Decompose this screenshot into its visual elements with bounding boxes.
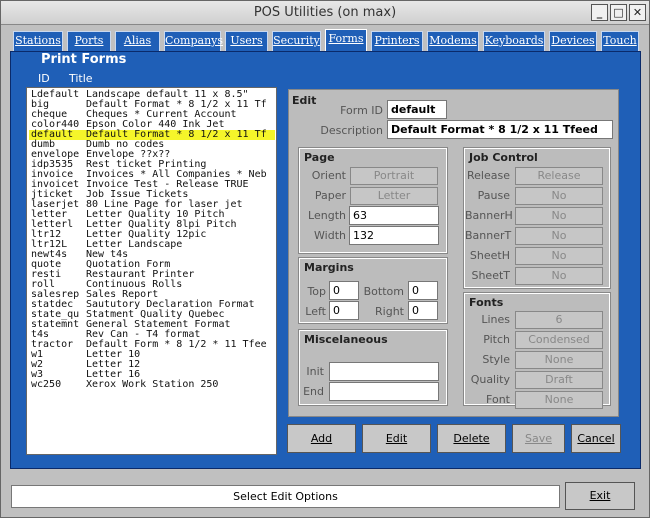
tab-companys[interactable]: Companys bbox=[164, 31, 223, 51]
tab-stations[interactable]: Stations bbox=[13, 31, 63, 51]
sheett-label: SheetT bbox=[471, 269, 510, 282]
page-group-title: Page bbox=[304, 151, 335, 164]
tab-bar: Stations Ports Alias Companys Users Secu… bbox=[7, 29, 643, 53]
edit-panel: Edit Form ID default Description Default… bbox=[288, 89, 619, 417]
list-item[interactable]: wc250 Xerox Work Station 250 bbox=[31, 380, 218, 390]
length-label: Length bbox=[308, 209, 346, 222]
paper-button[interactable]: Letter bbox=[350, 187, 438, 205]
paper-label: Paper bbox=[314, 189, 346, 202]
top-field[interactable]: 0 bbox=[329, 281, 359, 300]
maximize-icon[interactable]: □ bbox=[610, 4, 627, 21]
bannerh-button[interactable]: No bbox=[515, 207, 603, 225]
form-id-field[interactable]: default bbox=[387, 100, 447, 119]
sheeth-label: SheetH bbox=[469, 249, 510, 262]
style-label: Style bbox=[482, 353, 510, 366]
forms-list[interactable]: Ldefault Landscape default 11 x 8.5" big De… bbox=[26, 87, 277, 455]
exit-button[interactable]: Exit bbox=[565, 482, 635, 510]
quality-label: Quality bbox=[470, 373, 510, 386]
bannert-label: BannerT bbox=[465, 229, 512, 242]
tab-keyboards[interactable]: Keyboards bbox=[483, 31, 545, 51]
sheeth-button[interactable]: No bbox=[515, 247, 603, 265]
font-button[interactable]: None bbox=[515, 391, 603, 409]
fonts-group-title: Fonts bbox=[469, 296, 504, 309]
quality-button[interactable]: Draft bbox=[515, 371, 603, 389]
style-button[interactable]: None bbox=[515, 351, 603, 369]
tab-modems[interactable]: Modems bbox=[427, 31, 479, 51]
tab-printers[interactable]: Printers bbox=[371, 31, 423, 51]
tab-alias[interactable]: Alias bbox=[115, 31, 160, 51]
release-label: Release bbox=[467, 169, 510, 182]
page-group: Page Orient Portrait Paper Letter Length… bbox=[298, 147, 448, 254]
pause-button[interactable]: No bbox=[515, 187, 603, 205]
tab-devices[interactable]: Devices bbox=[549, 31, 597, 51]
pitch-button[interactable]: Condensed bbox=[515, 331, 603, 349]
sheett-button[interactable]: No bbox=[515, 267, 603, 285]
right-label: Right bbox=[375, 305, 404, 318]
window-title: POS Utilities (on max) bbox=[253, 5, 397, 20]
fonts-group: Fonts Lines 6 Pitch Condensed Style None… bbox=[463, 292, 611, 409]
description-label: Description bbox=[320, 124, 383, 137]
tab-forms[interactable]: Forms bbox=[325, 29, 367, 53]
job-control-title: Job Control bbox=[469, 151, 538, 164]
column-header-id: ID bbox=[38, 72, 50, 85]
description-field[interactable]: Default Format * 8 1/2 x 11 Tfeed bbox=[387, 120, 613, 139]
lines-button[interactable]: 6 bbox=[515, 311, 603, 329]
bannerh-label: BannerH bbox=[465, 209, 513, 222]
title-bar: POS Utilities (on max) _ □ ✕ bbox=[1, 1, 649, 25]
status-bar: Select Edit Options bbox=[11, 485, 560, 508]
lines-label: Lines bbox=[481, 313, 510, 326]
tab-users[interactable]: Users bbox=[225, 31, 268, 51]
orient-button[interactable]: Portrait bbox=[350, 167, 438, 185]
save-button[interactable]: Save bbox=[512, 424, 565, 453]
width-label: Width bbox=[314, 229, 346, 242]
end-label: End bbox=[303, 385, 324, 398]
form-id-label: Form ID bbox=[340, 104, 383, 117]
bottom-field[interactable]: 0 bbox=[408, 281, 438, 300]
tab-ports[interactable]: Ports bbox=[67, 31, 111, 51]
pause-label: Pause bbox=[477, 189, 510, 202]
panel-title: Print Forms bbox=[41, 52, 127, 67]
tab-touch[interactable]: Touch bbox=[601, 31, 639, 51]
top-label: Top bbox=[307, 285, 326, 298]
list-item-id: wc250 bbox=[31, 379, 62, 390]
pitch-label: Pitch bbox=[483, 333, 510, 346]
job-control-group: Job Control Release Release Pause No Ban… bbox=[463, 147, 611, 289]
end-field[interactable] bbox=[329, 382, 439, 401]
minimize-icon[interactable]: _ bbox=[591, 4, 608, 21]
bannert-button[interactable]: No bbox=[515, 227, 603, 245]
app-window: POS Utilities (on max) _ □ ✕ Stations Po… bbox=[0, 0, 650, 518]
edit-button[interactable]: Edit bbox=[362, 424, 431, 453]
add-button[interactable]: Add bbox=[287, 424, 356, 453]
list-item-title: Xerox Work Station 250 bbox=[86, 379, 219, 390]
margins-group: Margins Top 0 Bottom 0 Left 0 Right 0 bbox=[298, 257, 448, 324]
orient-label: Orient bbox=[311, 169, 346, 182]
misc-group: Miscelaneous Init End bbox=[298, 329, 448, 406]
release-button[interactable]: Release bbox=[515, 167, 603, 185]
width-field[interactable]: 132 bbox=[349, 226, 439, 245]
length-field[interactable]: 63 bbox=[349, 206, 439, 225]
init-label: Init bbox=[306, 365, 324, 378]
init-field[interactable] bbox=[329, 362, 439, 381]
close-icon[interactable]: ✕ bbox=[629, 4, 646, 21]
right-field[interactable]: 0 bbox=[408, 301, 438, 320]
delete-button[interactable]: Delete bbox=[437, 424, 506, 453]
bottom-label: Bottom bbox=[363, 285, 404, 298]
cancel-button[interactable]: Cancel bbox=[571, 424, 621, 453]
left-label: Left bbox=[305, 305, 326, 318]
left-field[interactable]: 0 bbox=[329, 301, 359, 320]
font-label: Font bbox=[486, 393, 510, 406]
list-item[interactable]: tractor Default Form * 8 1/2 * 11 Tfee bbox=[31, 340, 267, 350]
margins-group-title: Margins bbox=[304, 261, 354, 274]
misc-group-title: Miscelaneous bbox=[304, 333, 388, 346]
tab-security[interactable]: Security bbox=[272, 31, 321, 51]
column-header-title: Title bbox=[69, 72, 93, 85]
